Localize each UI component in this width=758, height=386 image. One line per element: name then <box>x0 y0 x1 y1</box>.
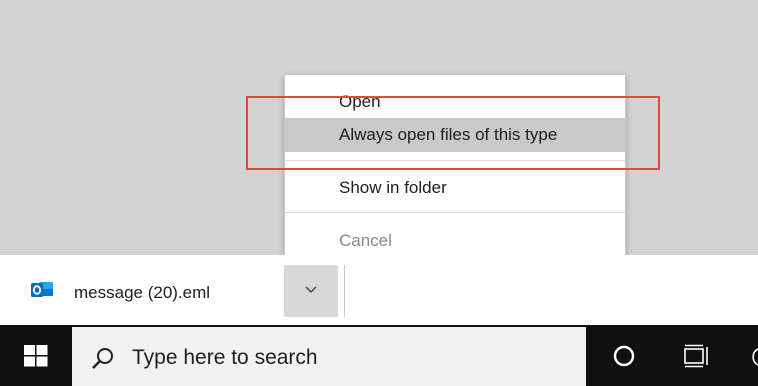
download-shelf: message (20).eml <box>0 255 758 325</box>
downloaded-file-name[interactable]: message (20).eml <box>74 283 210 303</box>
download-menu-button[interactable] <box>284 265 338 317</box>
chevron-down-icon <box>305 286 317 294</box>
menu-item-label: Show in folder <box>339 178 447 197</box>
menu-item-label: Open <box>339 92 381 111</box>
outlook-icon <box>30 280 54 300</box>
tray-icon[interactable] <box>744 347 758 367</box>
cortana-button[interactable] <box>598 325 650 386</box>
menu-item-open[interactable]: Open <box>285 85 625 119</box>
menu-item-cancel[interactable]: Cancel <box>285 224 625 258</box>
cortana-icon <box>613 345 635 367</box>
task-view-icon <box>684 344 708 368</box>
windows-logo-icon <box>24 345 48 367</box>
menu-item-show-in-folder[interactable]: Show in folder <box>285 171 625 205</box>
shelf-divider <box>344 265 345 317</box>
menu-separator <box>285 212 625 213</box>
taskbar: Type here to search <box>0 325 758 386</box>
search-placeholder: Type here to search <box>132 346 318 369</box>
menu-item-label: Cancel <box>339 231 392 250</box>
task-view-button[interactable] <box>670 325 722 386</box>
search-icon <box>92 348 113 369</box>
download-context-menu: Open Always open files of this type Show… <box>284 74 626 262</box>
start-button[interactable] <box>0 325 72 386</box>
taskbar-search-box[interactable]: Type here to search <box>72 327 586 386</box>
menu-item-label: Always open files of this type <box>339 125 558 144</box>
menu-separator <box>285 160 625 161</box>
menu-item-always-open[interactable]: Always open files of this type <box>285 118 625 152</box>
